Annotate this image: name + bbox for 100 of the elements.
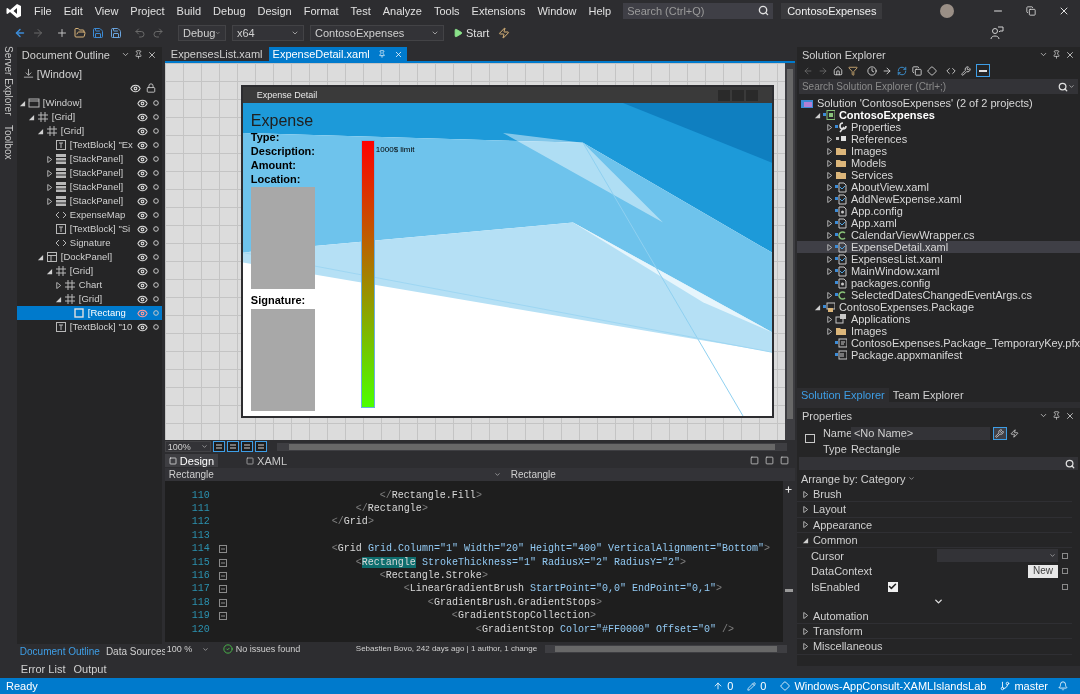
pin-icon[interactable] xyxy=(133,50,143,59)
circle-icon[interactable] xyxy=(152,296,159,302)
outline-item[interactable]: ExpenseMap xyxy=(16,208,162,222)
repository-name[interactable]: Windows-AppConsult-XAMLIslandsLab xyxy=(794,680,987,692)
solution-item[interactable]: App.xaml xyxy=(796,217,1080,229)
solution-item[interactable]: SelectedDatesChangedEventArgs.cs xyxy=(796,289,1080,301)
pin-icon[interactable] xyxy=(1052,50,1061,59)
circle-icon[interactable] xyxy=(152,100,159,106)
pushes-count[interactable]: 0 xyxy=(727,680,734,692)
wrench-icon[interactable] xyxy=(960,65,971,76)
person-icon[interactable] xyxy=(990,25,1004,40)
circle-icon[interactable] xyxy=(152,142,159,148)
solution-item[interactable]: ContosoExpenses.Package_TemporaryKey.pfx xyxy=(796,337,1080,349)
property-category[interactable]: Transform xyxy=(796,624,1072,640)
circle-icon[interactable] xyxy=(152,198,159,204)
outline-item[interactable]: [StackPanel] xyxy=(16,166,162,180)
expanded-arrow-icon[interactable] xyxy=(814,303,822,311)
solution-item[interactable]: Package.appxmanifest xyxy=(796,349,1080,361)
expanded-arrow-icon[interactable] xyxy=(55,295,63,303)
search-field[interactable]: Search (Ctrl+Q) xyxy=(623,2,774,19)
avatar[interactable] xyxy=(940,3,954,18)
outline-item[interactable]: [StackPanel] xyxy=(16,152,162,166)
advanced-options-icon[interactable] xyxy=(1062,568,1068,575)
solution-item[interactable]: ExpenseDetail.xaml xyxy=(796,241,1080,253)
lock-icon[interactable] xyxy=(145,83,156,93)
refresh-icon[interactable] xyxy=(896,65,907,76)
collapsed-arrow-icon[interactable] xyxy=(826,159,834,167)
eye-icon[interactable] xyxy=(136,139,148,151)
fold-icon[interactable] xyxy=(218,572,227,581)
panel-tab[interactable]: Error List xyxy=(20,662,66,675)
eye-icon[interactable] xyxy=(136,237,148,249)
collapsed-arrow-icon[interactable] xyxy=(802,490,810,498)
collapsed-arrow-icon[interactable] xyxy=(802,642,810,650)
solution-item[interactable]: Solution 'ContosoExpenses' (2 of 2 projects) xyxy=(796,97,1080,109)
collapsed-arrow-icon[interactable] xyxy=(826,183,834,191)
restore-icon[interactable] xyxy=(1026,5,1036,16)
expanded-arrow-icon[interactable] xyxy=(802,536,810,544)
document-tab[interactable]: ExpensesList.xaml xyxy=(166,47,267,61)
fold-icon[interactable] xyxy=(218,558,227,567)
expanded-arrow-icon[interactable] xyxy=(37,253,45,261)
dropdown-icon[interactable] xyxy=(1039,50,1048,59)
menu-item[interactable]: View xyxy=(88,4,125,17)
eye-icon[interactable] xyxy=(136,97,148,109)
branch-name[interactable]: master xyxy=(1014,680,1048,692)
property-category[interactable]: Layout xyxy=(796,502,1072,518)
eye-icon[interactable] xyxy=(129,82,141,94)
circle-icon[interactable] xyxy=(152,282,159,288)
dropdown-icon[interactable] xyxy=(120,50,130,59)
solution-item[interactable]: References xyxy=(796,133,1080,145)
eye-icon[interactable] xyxy=(136,181,148,193)
collapsed-arrow-icon[interactable] xyxy=(826,219,834,227)
horizontal-scrollbar[interactable] xyxy=(276,442,787,451)
solution-item[interactable]: packages.config xyxy=(796,277,1080,289)
solution-item[interactable]: AddNewExpense.xaml xyxy=(796,193,1080,205)
eye-icon[interactable] xyxy=(136,125,148,137)
eye-icon[interactable] xyxy=(136,111,148,123)
collapsed-arrow-icon[interactable] xyxy=(46,183,54,191)
circle-icon[interactable] xyxy=(152,114,159,120)
outline-item[interactable]: [Grid] xyxy=(16,292,162,306)
vertical-scrollbar[interactable] xyxy=(782,481,795,642)
fold-icon[interactable] xyxy=(218,585,227,594)
eye-icon[interactable] xyxy=(136,321,148,333)
advanced-options-icon[interactable] xyxy=(1062,552,1068,559)
solution-item[interactable]: ContosoExpenses xyxy=(796,109,1080,121)
circle-icon[interactable] xyxy=(152,212,159,218)
outline-item[interactable]: [DockPanel] xyxy=(16,250,162,264)
collapsed-arrow-icon[interactable] xyxy=(826,243,834,251)
collapse-all-icon[interactable] xyxy=(911,65,922,76)
redo-icon[interactable] xyxy=(152,26,164,39)
outline-item[interactable]: [StackPanel] xyxy=(16,180,162,194)
collapsed-arrow-icon[interactable] xyxy=(826,195,834,203)
menu-item[interactable]: Test xyxy=(344,4,377,17)
collapsed-arrow-icon[interactable] xyxy=(826,123,834,131)
collapsed-arrow-icon[interactable] xyxy=(826,135,834,143)
solution-item[interactable]: ContosoExpenses.Package xyxy=(796,301,1080,313)
outline-item[interactable]: [StackPanel] xyxy=(16,194,162,208)
solution-item[interactable]: Images xyxy=(796,145,1080,157)
menu-item[interactable]: Extensions xyxy=(465,4,532,17)
solution-item[interactable]: Models xyxy=(796,157,1080,169)
solution-item[interactable]: ExpensesList.xaml xyxy=(796,253,1080,265)
notification-icon[interactable] xyxy=(1058,681,1068,691)
outline-item[interactable]: [Grid] xyxy=(16,264,162,278)
menu-item[interactable]: Analyze xyxy=(376,4,428,17)
eye-icon[interactable] xyxy=(136,265,148,277)
configuration-dropdown[interactable]: Debug xyxy=(178,24,226,41)
member-dropdown[interactable]: Rectangle xyxy=(504,468,795,481)
git-blame[interactable]: Sebastien Bovo, 242 days ago | 1 author, 1 change xyxy=(355,643,538,655)
collapsed-arrow-icon[interactable] xyxy=(826,315,834,323)
outline-item[interactable]: Chart xyxy=(16,278,162,292)
snap-icon[interactable] xyxy=(226,441,239,452)
close-icon[interactable] xyxy=(1065,49,1075,60)
property-category[interactable]: Automation xyxy=(796,608,1072,624)
eye-icon[interactable] xyxy=(136,293,148,305)
collapsed-arrow-icon[interactable] xyxy=(55,281,63,289)
dropdown-icon[interactable] xyxy=(1039,411,1048,420)
side-tab[interactable]: Server Explorer xyxy=(2,46,15,116)
solution-item[interactable]: MainWindow.xaml xyxy=(796,265,1080,277)
eye-icon[interactable] xyxy=(136,209,148,221)
property-category[interactable]: Appearance xyxy=(796,517,1072,533)
horizontal-scrollbar[interactable] xyxy=(545,645,787,653)
